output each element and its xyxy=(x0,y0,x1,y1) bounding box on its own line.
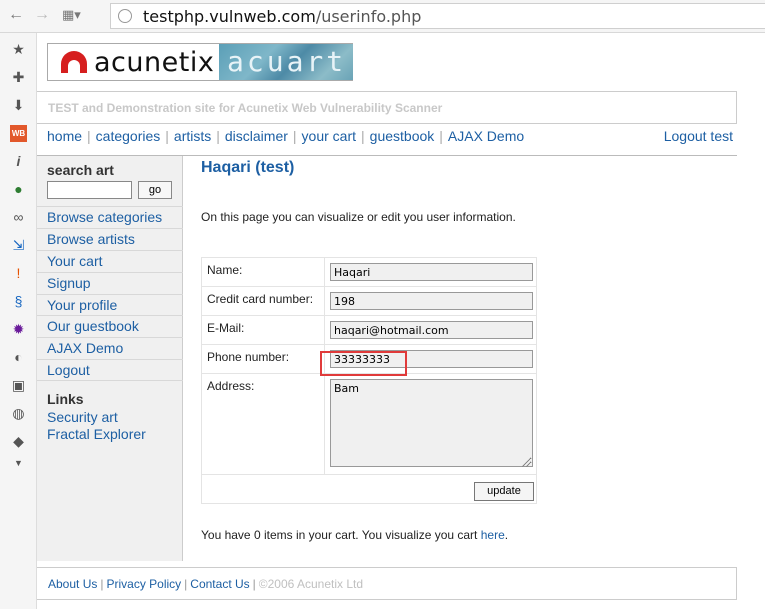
links-list: Security art Fractal Explorer xyxy=(47,409,146,443)
nav-ajax-demo[interactable]: AJAX Demo xyxy=(448,128,524,144)
browser-toolbar: ← → ▦▾ testphp.vulnweb.com/userinfo.php xyxy=(0,0,765,33)
page-info-icon[interactable] xyxy=(118,9,132,23)
site-logo[interactable]: acunetix acuart xyxy=(47,43,353,81)
link-fractal-explorer[interactable]: Fractal Explorer xyxy=(47,426,146,443)
nav-categories[interactable]: categories xyxy=(96,128,161,144)
user-info-form: Name: Credit card number: E-Mail: Phone … xyxy=(201,257,537,504)
eraser-icon[interactable]: ◆ xyxy=(10,433,27,450)
bug-icon[interactable]: ✹ xyxy=(10,321,27,338)
green-ball-icon[interactable]: ● xyxy=(10,181,27,198)
extension-toolbar: ★ ✚ ⬇ WB i ● ∞ ⇲ ! § ✹ ◐ ▣ ◍ ◆ ▼ xyxy=(0,33,37,609)
email-input[interactable] xyxy=(330,321,533,339)
download-arrow-icon[interactable]: ⬇ xyxy=(10,97,27,114)
update-button[interactable]: update xyxy=(474,482,534,501)
apps-grid-icon[interactable]: ▦▾ xyxy=(62,5,81,25)
cursor-select-icon[interactable]: ⇲ xyxy=(10,237,27,254)
search-go-button[interactable]: go xyxy=(138,181,172,199)
logout-link[interactable]: Logout test xyxy=(664,128,733,144)
sidebar-item-our-guestbook[interactable]: Our guestbook xyxy=(37,315,183,337)
intro-text: On this page you can visualize or edit y… xyxy=(201,210,516,224)
footer-copyright: ©2006 Acunetix Ltd xyxy=(258,577,364,591)
address-label: Address: xyxy=(202,374,325,474)
name-label: Name: xyxy=(202,258,325,286)
email-label: E-Mail: xyxy=(202,316,325,344)
nav-guestbook[interactable]: guestbook xyxy=(370,128,435,144)
name-input[interactable] xyxy=(330,263,533,281)
page-title: Haqari (test) xyxy=(201,159,295,176)
form-row-address: Address: Bam xyxy=(202,374,536,475)
star-icon[interactable]: ★ xyxy=(10,41,27,58)
credit-card-input[interactable] xyxy=(330,292,533,310)
resize-grip-icon[interactable] xyxy=(522,459,530,467)
sidebar-menu: Browse categories Browse artists Your ca… xyxy=(37,206,183,382)
nav-your-cart[interactable]: your cart xyxy=(302,128,356,144)
main-content: Haqari (test) On this page you can visua… xyxy=(201,156,731,561)
logo-acuart-text: acuart xyxy=(227,45,347,78)
sidebar-item-logout[interactable]: Logout xyxy=(37,359,183,382)
sidebar-item-browse-artists[interactable]: Browse artists xyxy=(37,227,183,250)
cart-status: You have 0 items in your cart. You visua… xyxy=(201,528,509,542)
search-input[interactable] xyxy=(47,181,132,199)
glasses-icon[interactable]: ∞ xyxy=(10,209,27,226)
search-title: search art xyxy=(47,162,114,178)
footer-privacy-link[interactable]: Privacy Policy xyxy=(106,577,181,591)
url-text[interactable]: testphp.vulnweb.com/userinfo.php xyxy=(143,7,421,26)
logo-acunetix-text: acunetix xyxy=(94,47,215,78)
form-row-email: E-Mail: xyxy=(202,316,536,345)
links-title: Links xyxy=(47,391,84,407)
chevron-down-icon[interactable]: ▼ xyxy=(10,455,27,472)
sidebar-item-ajax-demo[interactable]: AJAX Demo xyxy=(37,337,183,359)
globe-icon[interactable]: ◍ xyxy=(10,405,27,422)
swirl-icon[interactable]: § xyxy=(10,293,27,310)
puzzle-icon[interactable]: ✚ xyxy=(10,69,27,86)
address-bar[interactable]: testphp.vulnweb.com/userinfo.php xyxy=(110,3,765,29)
form-row-credit-card: Credit card number: xyxy=(202,287,536,316)
nav-disclaimer[interactable]: disclaimer xyxy=(225,128,288,144)
sidebar-item-browse-categories[interactable]: Browse categories xyxy=(37,206,183,228)
tagline-bar: TEST and Demonstration site for Acunetix… xyxy=(37,91,737,124)
acunetix-logo-icon xyxy=(61,51,87,73)
sidebar-item-signup[interactable]: Signup xyxy=(37,271,183,294)
palette-icon[interactable]: ◐ xyxy=(10,349,27,366)
web-developer-icon[interactable]: WB xyxy=(10,125,27,142)
footer-contact-link[interactable]: Contact Us xyxy=(190,577,249,591)
sidebar-item-your-cart[interactable]: Your cart xyxy=(37,249,183,272)
sidebar-item-your-profile[interactable]: Your profile xyxy=(37,293,183,316)
highlight-annotation xyxy=(320,351,407,376)
left-sidebar: search art go Browse categories Browse a… xyxy=(37,156,183,561)
layout-icon[interactable]: ▣ xyxy=(10,377,27,394)
back-arrow-icon[interactable]: ← xyxy=(8,5,24,25)
footer: About Us | Privacy Policy | Contact Us | ©2006… xyxy=(37,567,737,600)
nav-artists[interactable]: artists xyxy=(174,128,211,144)
tagline: TEST and Demonstration site for Acunetix… xyxy=(48,101,443,115)
phone-label: Phone number: xyxy=(202,345,325,373)
link-security-art[interactable]: Security art xyxy=(47,409,146,426)
cart-here-link[interactable]: here xyxy=(481,528,505,542)
forward-arrow-icon[interactable]: → xyxy=(34,5,50,25)
nav-home[interactable]: home xyxy=(47,128,82,144)
cart-status-text: You have 0 items in your cart. You visua… xyxy=(201,528,481,542)
address-textarea[interactable]: Bam xyxy=(330,379,533,467)
top-navigation: home | categories | artists | disclaimer | your … xyxy=(47,128,733,144)
footer-about-link[interactable]: About Us xyxy=(48,577,97,591)
credit-card-label: Credit card number: xyxy=(202,287,325,315)
form-row-name: Name: xyxy=(202,258,536,287)
warning-icon[interactable]: ! xyxy=(10,265,27,282)
info-icon[interactable]: i xyxy=(10,153,27,170)
